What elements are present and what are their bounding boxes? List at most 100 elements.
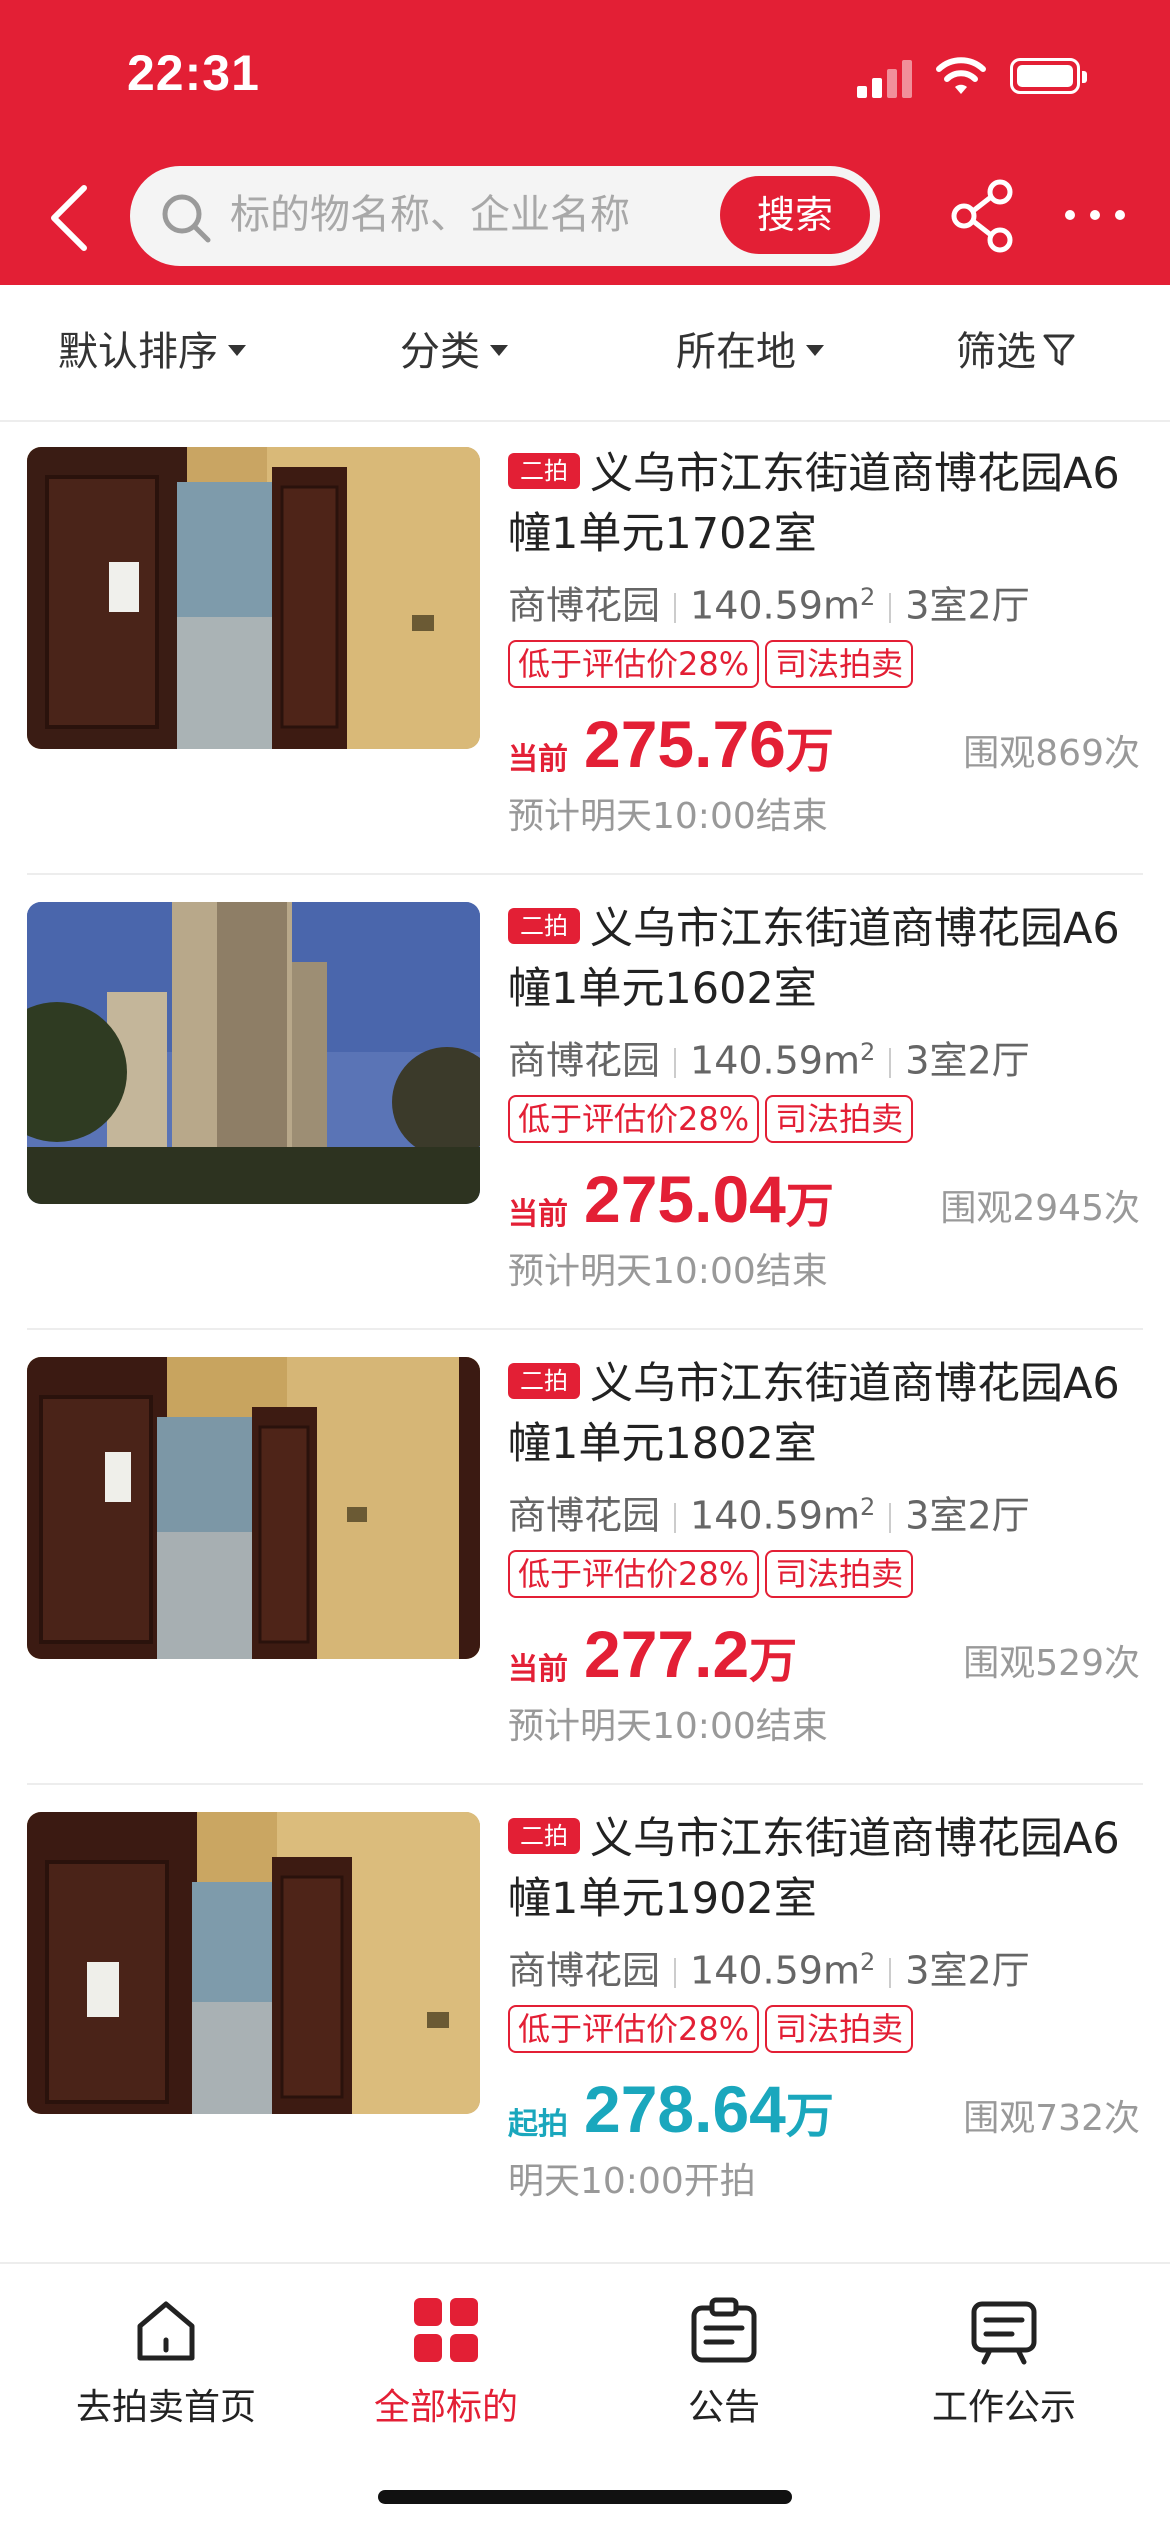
divider: [674, 593, 677, 624]
filter-screen[interactable]: 筛选: [956, 285, 1076, 420]
more-icon[interactable]: [1062, 200, 1128, 230]
property-photo[interactable]: [27, 447, 480, 749]
price-row: 当前 277.2万 围观529次: [508, 1614, 1140, 1694]
search-button[interactable]: 搜索: [720, 176, 870, 254]
search-icon: [162, 194, 211, 243]
area-unit-sup: 2: [860, 1493, 876, 1521]
property-photo[interactable]: [27, 1812, 480, 2114]
chevron-left-icon[interactable]: [40, 178, 100, 258]
listing-meta: 商博花园 140.59m2 3室2厅: [508, 1477, 1148, 1538]
tab-all-items[interactable]: 全部标的: [300, 2294, 592, 2454]
divider: [674, 1048, 677, 1079]
price-amount: 275.76: [584, 707, 786, 781]
judicial-auction-badge: 司法拍卖: [765, 1550, 914, 1598]
listing-item[interactable]: 二拍 义乌市江东街道商博花园A6幢1单元1802室 商博花园 140.59m2 3室2…: [0, 1330, 1170, 1785]
tab-work-notice[interactable]: 工作公示: [858, 2294, 1150, 2454]
share-icon[interactable]: [950, 178, 1016, 254]
property-photo[interactable]: [27, 1357, 480, 1659]
battery-icon: [1010, 58, 1087, 94]
auction-round-tag: 二拍: [508, 452, 580, 489]
home-icon: [137, 2301, 195, 2361]
auction-round-tag: 二拍: [508, 1817, 580, 1854]
divider: [889, 1048, 892, 1079]
price-row: 当前 275.04万 围观2945次: [508, 1159, 1140, 1239]
funnel-icon: [1043, 334, 1075, 366]
filter-location[interactable]: 所在地: [676, 285, 824, 420]
filter-sort-label: 默认排序: [58, 329, 218, 375]
listing-title[interactable]: 二拍 义乌市江东街道商博花园A6幢1单元1802室: [508, 1354, 1148, 1474]
badge-row: 低于评估价28% 司法拍卖: [508, 640, 919, 692]
view-count: 围观529次: [963, 1643, 1140, 1684]
clipboard-icon: [691, 2297, 757, 2363]
tab-label: 公告: [687, 2387, 760, 2428]
notice-board-icon: [971, 2301, 1037, 2365]
listing-title[interactable]: 二拍 义乌市江东街道商博花园A6幢1单元1902室: [508, 1809, 1148, 1929]
listing-title[interactable]: 二拍 义乌市江东街道商博花园A6幢1单元1702室: [508, 444, 1148, 564]
price-row: 起拍 278.64万 围观732次: [508, 2069, 1140, 2149]
filter-location-label: 所在地: [676, 329, 796, 375]
discount-badge: 低于评估价28%: [508, 640, 760, 688]
price-label: 起拍: [508, 2107, 568, 2142]
judicial-auction-badge: 司法拍卖: [765, 2005, 914, 2053]
dropdown-arrow-icon: [490, 344, 508, 356]
area-unit-sup: 2: [860, 583, 876, 611]
area: 140.59m: [690, 1948, 860, 1993]
judicial-auction-badge: 司法拍卖: [765, 1095, 914, 1143]
listing-title-text: 义乌市江东街道商博花园A6幢1单元1602室: [508, 904, 1120, 1014]
price-row: 当前 275.76万 围观869次: [508, 704, 1140, 784]
listing-title-text: 义乌市江东街道商博花园A6幢1单元1902室: [508, 1814, 1120, 1924]
badge-row: 低于评估价28% 司法拍卖: [508, 2005, 919, 2057]
listing-title[interactable]: 二拍 义乌市江东街道商博花园A6幢1单元1602室: [508, 899, 1148, 1019]
badge-row: 低于评估价28% 司法拍卖: [508, 1095, 919, 1147]
start-time: 明天10:00开拍: [508, 2161, 756, 2202]
view-count: 围观869次: [963, 733, 1140, 774]
property-photo[interactable]: [27, 902, 480, 1204]
divider: [889, 1958, 892, 1989]
listing-item[interactable]: 二拍 义乌市江东街道商博花园A6幢1单元1902室 商博花园 140.59m2 3室2…: [0, 1785, 1170, 2240]
price-amount: 275.04: [584, 1162, 786, 1236]
header: 22:31 搜索: [0, 0, 1170, 285]
divider: [674, 1958, 677, 1989]
home-indicator: [378, 2490, 792, 2504]
end-time: 预计明天10:00结束: [508, 796, 828, 837]
cellular-signal-icon: [857, 58, 913, 98]
listing-item[interactable]: 二拍 义乌市江东街道商博花园A6幢1单元1602室 商博花园 140.59m2 3室2…: [0, 875, 1170, 1330]
price-value: 278.64万: [584, 2069, 834, 2156]
room-layout: 3室2厅: [905, 1948, 1030, 1993]
divider: [674, 1503, 677, 1534]
price-unit: 万: [749, 1633, 798, 1689]
search-bar[interactable]: 搜索: [130, 166, 880, 266]
area-unit-sup: 2: [860, 1948, 876, 1976]
price-label: 当前: [508, 1197, 568, 1232]
nav-bar: 搜索: [0, 160, 1170, 270]
price-amount: 278.64: [584, 2072, 786, 2146]
price-amount: 277.2: [584, 1617, 750, 1691]
dropdown-arrow-icon: [806, 344, 824, 356]
grid-icon: [414, 2298, 478, 2362]
tab-announcements[interactable]: 公告: [578, 2294, 870, 2454]
community-name: 商博花园: [508, 583, 661, 628]
price-value: 275.04万: [584, 1159, 834, 1246]
area: 140.59m: [690, 1038, 860, 1083]
listing-title-text: 义乌市江东街道商博花园A6幢1单元1702室: [508, 449, 1120, 559]
discount-badge: 低于评估价28%: [508, 2005, 760, 2053]
community-name: 商博花园: [508, 1038, 661, 1083]
area: 140.59m: [690, 583, 860, 628]
divider: [889, 593, 892, 624]
view-count: 围观732次: [963, 2098, 1140, 2139]
filter-sort[interactable]: 默认排序: [58, 285, 246, 420]
status-time: 22:31: [127, 45, 260, 101]
end-time: 预计明天10:00结束: [508, 1706, 828, 1747]
filter-screen-label: 筛选: [956, 329, 1036, 375]
tab-auction-home[interactable]: 去拍卖首页: [20, 2294, 312, 2454]
status-bar: 22:31: [0, 0, 1170, 150]
community-name: 商博花园: [508, 1948, 661, 1993]
listing-item[interactable]: 二拍 义乌市江东街道商博花园A6幢1单元1702室 商博花园 140.59m2 3室2…: [0, 420, 1170, 875]
divider: [889, 1503, 892, 1534]
area-unit-sup: 2: [860, 1038, 876, 1066]
filter-category[interactable]: 分类: [400, 285, 508, 420]
room-layout: 3室2厅: [905, 1038, 1030, 1083]
auction-round-tag: 二拍: [508, 1362, 580, 1399]
tab-label: 去拍卖首页: [75, 2387, 256, 2428]
filter-bar: 默认排序 分类 所在地 筛选: [0, 285, 1170, 422]
